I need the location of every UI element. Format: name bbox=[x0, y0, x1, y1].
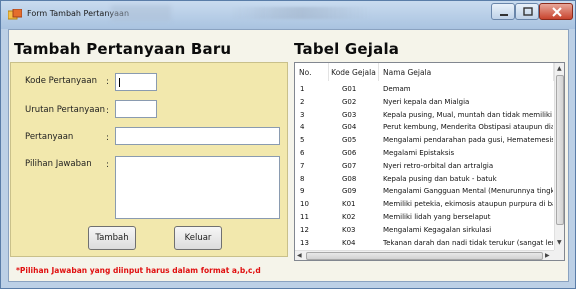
cell-nama-gejala: Tekanan darah dan nadi tidak terukur (sa… bbox=[383, 238, 553, 247]
form-heading: Tambah Pertanyaan Baru bbox=[14, 40, 232, 58]
cell-kode-gejala: G01 bbox=[342, 85, 357, 93]
table-row[interactable]: 13 K04 Tekanan darah dan nadi tidak teruku… bbox=[295, 238, 554, 250]
table-row[interactable]: 1 G01 Demam bbox=[295, 84, 554, 96]
scroll-left-icon[interactable]: ◀ bbox=[297, 252, 302, 259]
cell-no: 4 bbox=[300, 123, 305, 132]
colon: : bbox=[106, 133, 109, 143]
table-row[interactable]: 8 G08 Kepala pusing dan batuk - batuk bbox=[295, 174, 554, 186]
scroll-down-icon[interactable]: ▼ bbox=[557, 239, 562, 246]
cell-kode-gejala: G09 bbox=[342, 187, 357, 196]
scroll-up-icon[interactable]: ▲ bbox=[557, 65, 562, 72]
table-heading: Tabel Gejala bbox=[294, 40, 400, 58]
cell-nama-gejala: Mengalami Gangguan Mental (Menurunnya ti… bbox=[383, 187, 553, 196]
kode-pertanyaan-input[interactable] bbox=[115, 73, 157, 91]
form-panel: Kode Pertanyaan : Urutan Pertanyaan : Pe… bbox=[10, 62, 288, 257]
label-kode-pertanyaan: Kode Pertanyaan bbox=[25, 76, 97, 86]
cell-no: 9 bbox=[300, 187, 305, 196]
colon: : bbox=[106, 106, 109, 116]
title-bar[interactable]: Form Tambah Pertanyaan bbox=[1, 1, 575, 29]
cell-nama-gejala: Perut kembung, Menderita Obstipasi ataup… bbox=[383, 123, 553, 132]
table-row[interactable]: 12 K03 Mengalami Kegagalan sirkulasi bbox=[295, 225, 554, 237]
label-pertanyaan: Pertanyaan bbox=[25, 132, 74, 142]
cell-kode-gejala: G05 bbox=[342, 136, 357, 145]
table-row[interactable]: 11 K02 Memiliki lidah yang berselaput bbox=[295, 212, 554, 224]
cell-no: 10 bbox=[300, 200, 309, 209]
app-icon bbox=[8, 9, 22, 20]
gejala-table[interactable]: No. Kode Gejala Nama Gejala 1 G01 Demam 2 G0… bbox=[294, 62, 565, 261]
close-icon bbox=[552, 7, 562, 17]
cell-kode-gejala: G04 bbox=[342, 123, 357, 132]
cell-no: 7 bbox=[300, 161, 305, 170]
label-urutan-pertanyaan: Urutan Pertanyaan bbox=[25, 105, 106, 115]
cell-no: 1 bbox=[300, 85, 305, 93]
cell-nama-gejala: Nyeri retro-orbital dan artralgia bbox=[383, 161, 494, 170]
scrollbar-corner bbox=[554, 250, 564, 260]
keluar-button[interactable]: Keluar bbox=[174, 226, 222, 250]
cell-kode-gejala: K03 bbox=[342, 225, 356, 234]
maximize-icon bbox=[523, 7, 533, 16]
cell-no: 2 bbox=[300, 97, 305, 106]
cell-nama-gejala: Demam bbox=[383, 85, 411, 93]
cell-no: 12 bbox=[300, 225, 309, 234]
cell-nama-gejala: Kepala pusing, Mual, muntah dan tidak me… bbox=[383, 110, 553, 119]
cell-nama-gejala: Nyeri kepala dan Mialgia bbox=[383, 97, 470, 106]
cell-nama-gejala: Memiliki petekia, ekimosis ataupun purpu… bbox=[383, 200, 553, 209]
blurred-title-area bbox=[231, 7, 371, 19]
horizontal-scroll-thumb[interactable] bbox=[306, 252, 543, 260]
cell-nama-gejala: Megalami Epistaksis bbox=[383, 149, 455, 157]
table-row[interactable]: 5 G05 Mengalami pendarahan pada gusi, Hema… bbox=[295, 135, 554, 147]
cell-nama-gejala: Mengalami Kegagalan sirkulasi bbox=[383, 225, 492, 234]
column-header-kode[interactable]: Kode Gejala bbox=[329, 63, 379, 81]
cell-kode-gejala: G03 bbox=[342, 110, 357, 119]
cell-no: 11 bbox=[300, 213, 309, 221]
horizontal-scrollbar[interactable]: ◀ ▶ bbox=[295, 250, 554, 260]
cell-no: 6 bbox=[300, 149, 305, 157]
table-row[interactable]: 2 G02 Nyeri kepala dan Mialgia bbox=[295, 97, 554, 109]
table-row[interactable]: 6 G06 Megalami Epistaksis bbox=[295, 148, 554, 160]
cell-no: 5 bbox=[300, 136, 305, 145]
cell-no: 3 bbox=[300, 110, 305, 119]
vertical-scroll-thumb[interactable] bbox=[556, 75, 564, 225]
pilihan-jawaban-textarea[interactable] bbox=[115, 156, 280, 219]
minimize-icon bbox=[500, 14, 508, 16]
colon: : bbox=[106, 160, 109, 170]
minimize-button[interactable] bbox=[491, 3, 515, 20]
cell-kode-gejala: G02 bbox=[342, 97, 357, 106]
column-header-no[interactable]: No. bbox=[295, 63, 329, 81]
table-row[interactable]: 7 G07 Nyeri retro-orbital dan artralgia bbox=[295, 161, 554, 173]
table-row[interactable]: 3 G03 Kepala pusing, Mual, muntah dan tida… bbox=[295, 110, 554, 122]
scroll-right-icon[interactable]: ▶ bbox=[545, 252, 550, 259]
column-header-nama[interactable]: Nama Gejala bbox=[379, 63, 554, 81]
text-caret bbox=[119, 78, 120, 87]
cell-kode-gejala: G08 bbox=[342, 174, 357, 183]
cell-nama-gejala: Mengalami pendarahan pada gusi, Hemateme… bbox=[383, 136, 553, 145]
vertical-scrollbar[interactable]: ▲ ▼ bbox=[554, 63, 564, 250]
urutan-pertanyaan-input[interactable] bbox=[115, 100, 157, 118]
cell-nama-gejala: Kepala pusing dan batuk - batuk bbox=[383, 174, 497, 183]
cell-no: 13 bbox=[300, 238, 309, 247]
maximize-button[interactable] bbox=[515, 3, 539, 20]
table-row[interactable]: 4 G04 Perut kembung, Menderita Obstipasi a… bbox=[295, 122, 554, 134]
close-button[interactable] bbox=[539, 3, 573, 20]
colon: : bbox=[106, 77, 109, 87]
cell-kode-gejala: K01 bbox=[342, 200, 356, 209]
cell-kode-gejala: G07 bbox=[342, 161, 357, 170]
cell-nama-gejala: Memiliki lidah yang berselaput bbox=[383, 213, 491, 221]
format-warning: *Pilihan Jawaban yang diinput harus dala… bbox=[16, 266, 261, 275]
table-row[interactable]: 9 G09 Mengalami Gangguan Mental (Menurunny… bbox=[295, 186, 554, 198]
pertanyaan-input[interactable] bbox=[115, 127, 280, 145]
table-row[interactable]: 10 K01 Memiliki petekia, ekimosis ataupun … bbox=[295, 199, 554, 211]
tambah-button[interactable]: Tambah bbox=[88, 226, 136, 250]
cell-kode-gejala: G06 bbox=[342, 149, 357, 157]
blurred-title-area bbox=[111, 5, 171, 21]
label-pilihan-jawaban: Pilihan Jawaban bbox=[25, 159, 92, 169]
cell-kode-gejala: K04 bbox=[342, 238, 356, 247]
cell-no: 8 bbox=[300, 174, 305, 183]
cell-kode-gejala: K02 bbox=[342, 213, 356, 221]
